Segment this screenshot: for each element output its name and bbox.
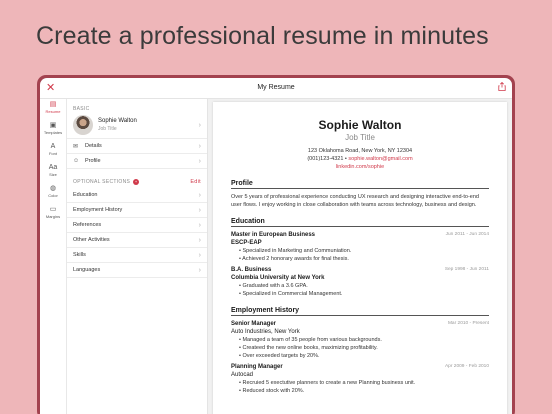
- resume-address: 123 Oklahoma Road, New York, NY 12304: [307, 148, 413, 154]
- share-icon[interactable]: [498, 82, 506, 91]
- device-frame: ✕ My Resume ▤ Resume ▣ Templates A Font Aa S…: [37, 75, 515, 414]
- chevron-right-icon: ›: [198, 266, 201, 274]
- rail-label: Resume: [45, 109, 61, 114]
- rail-label: Color: [48, 193, 58, 198]
- font-icon: A: [50, 143, 56, 150]
- entry-subtitle: Auto Industries, New York: [231, 329, 300, 335]
- entry-bullet: Specialized in Marketing and Communiatio…: [231, 247, 489, 255]
- entry-bullet: Graduated with a 3.6 GPA.: [231, 282, 489, 290]
- profile-text: Over 5 years of professional experience …: [231, 194, 479, 208]
- employment-entry: Senior Manager Mar 2010 - Present Auto In…: [231, 320, 489, 360]
- avatar: [73, 115, 93, 135]
- sections-panel: BASIC Sophie Walton Job Title › ✉ Details…: [67, 99, 208, 414]
- entry-bullet: Createed the new online books, maximizin…: [231, 344, 489, 352]
- entry-subtitle: Columbia University at New York: [231, 275, 325, 281]
- rail-item-font[interactable]: A Font: [40, 142, 66, 162]
- entry-title: Planning Manager: [231, 364, 283, 370]
- section-row-employment[interactable]: Employment History ›: [67, 203, 207, 218]
- profile-row[interactable]: ☺ Profile ›: [67, 154, 207, 169]
- resume-name: Sophie Walton: [318, 118, 402, 132]
- chevron-right-icon: ›: [198, 206, 201, 214]
- person-icon: ☺: [73, 158, 80, 164]
- app-screen: ✕ My Resume ▤ Resume ▣ Templates A Font Aa S…: [40, 78, 512, 414]
- optional-sections-header: OPTIONAL SECTIONS + Edit: [67, 175, 207, 188]
- profile-heading: Profile: [231, 180, 489, 189]
- add-section-badge[interactable]: +: [133, 178, 140, 185]
- resume-linkedin: linkedin.com/sophie: [335, 164, 385, 170]
- entry-title: Master in European Business: [231, 232, 316, 238]
- rail-item-color[interactable]: ◍ Color: [40, 184, 66, 204]
- margins-icon: ▭: [49, 206, 57, 213]
- section-label: Skills: [73, 252, 86, 258]
- profile-card[interactable]: Sophie Walton Job Title ›: [67, 112, 207, 139]
- profile-name: Sophie Walton: [98, 118, 137, 124]
- entry-bullet: Specialized in Commercial Management.: [231, 290, 489, 298]
- education-entry: Master in European Business Jun 2011 - Ju…: [231, 231, 489, 263]
- rail-label: Templates: [43, 130, 63, 135]
- resume-contact: 123 Oklahoma Road, New York, NY 12304 (0…: [231, 147, 489, 171]
- resume-job-title: Job Title: [345, 133, 375, 142]
- education-heading: Education: [231, 218, 489, 227]
- chevron-right-icon: ›: [198, 221, 201, 229]
- envelope-icon: ✉: [73, 143, 79, 150]
- section-row-languages[interactable]: Languages ›: [67, 263, 207, 278]
- preview-area: Sophie Walton Job Title 123 Oklahoma Roa…: [208, 99, 512, 414]
- top-bar: ✕ My Resume: [40, 78, 512, 99]
- profile-label: Profile: [85, 158, 101, 164]
- entry-bullet: Reduced stock with 20%.: [231, 387, 489, 395]
- section-row-education[interactable]: Education ›: [67, 188, 207, 203]
- section-label: Employment History: [73, 207, 123, 213]
- entry-dates: Apr 2009 - Feb 2010: [444, 364, 489, 369]
- section-row-other-activities[interactable]: Other Activities ›: [67, 233, 207, 248]
- color-icon: ◍: [49, 185, 57, 192]
- resume-email: sophie.walton@gmail.com: [348, 156, 413, 162]
- rail-item-templates[interactable]: ▣ Templates: [40, 121, 66, 141]
- resume-phone: (001)123-4321: [307, 156, 344, 162]
- window-title: My Resume: [257, 84, 295, 91]
- entry-bullet: Achieved 2 honorary awards for final the…: [231, 255, 489, 263]
- chevron-right-icon: ›: [198, 157, 201, 165]
- section-row-skills[interactable]: Skills ›: [67, 248, 207, 263]
- headline: Create a professional resume in minutes: [36, 22, 489, 50]
- entry-bullet: Over exceeded targets by 20%.: [231, 352, 489, 360]
- rail-label: Margins: [45, 214, 61, 219]
- edit-button[interactable]: Edit: [190, 179, 201, 185]
- education-entry: B.A. Business Sep 1998 - Jun 2011 Columbi…: [231, 266, 489, 298]
- entry-dates: Mar 2010 - Present: [447, 321, 489, 326]
- entry-dates: Jun 2011 - Jun 2014: [445, 232, 489, 237]
- size-icon: Aa: [48, 164, 58, 171]
- section-row-references[interactable]: References ›: [67, 218, 207, 233]
- chevron-right-icon: ›: [198, 121, 201, 129]
- employment-entry: Planning Manager Apr 2009 - Feb 2010 Auto…: [231, 363, 489, 395]
- rail-label: Font: [48, 151, 57, 156]
- employment-heading: Employment History: [231, 307, 489, 316]
- section-label: Education: [73, 192, 98, 198]
- details-label: Details: [85, 143, 102, 149]
- resume-page[interactable]: Sophie Walton Job Title 123 Oklahoma Roa…: [213, 102, 507, 414]
- details-row[interactable]: ✉ Details ›: [67, 139, 207, 154]
- rail-item-margins[interactable]: ▭ Margins: [40, 205, 66, 225]
- rail-item-resume[interactable]: ▤ Resume: [40, 100, 66, 120]
- entry-title: Senior Manager: [231, 321, 277, 327]
- chevron-right-icon: ›: [198, 251, 201, 259]
- optional-sections-label: OPTIONAL SECTIONS: [73, 178, 131, 185]
- entry-title: B.A. Business: [231, 267, 272, 273]
- section-label: References: [73, 222, 102, 228]
- entry-subtitle: Autocad: [231, 372, 254, 378]
- profile-job-title: Job Title: [98, 126, 117, 132]
- chevron-right-icon: ›: [198, 236, 201, 244]
- resume-icon: ▤: [49, 101, 57, 108]
- chevron-right-icon: ›: [198, 142, 201, 150]
- tool-rail: ▤ Resume ▣ Templates A Font Aa Size ◍ Color ▭…: [40, 99, 67, 414]
- entry-subtitle: ESCP-EAP: [231, 240, 262, 246]
- entry-dates: Sep 1998 - Jun 2011: [444, 267, 489, 272]
- section-label: Other Activities: [73, 237, 110, 243]
- rail-item-size[interactable]: Aa Size: [40, 163, 66, 183]
- chevron-right-icon: ›: [198, 191, 201, 199]
- templates-icon: ▣: [49, 122, 57, 129]
- entry-bullet: Recruied 5 exectutive planners to create…: [231, 379, 489, 387]
- rail-label: Size: [49, 172, 57, 177]
- section-label: Languages: [73, 267, 101, 273]
- entry-bullet: Managed a team of 35 people from various…: [231, 336, 489, 344]
